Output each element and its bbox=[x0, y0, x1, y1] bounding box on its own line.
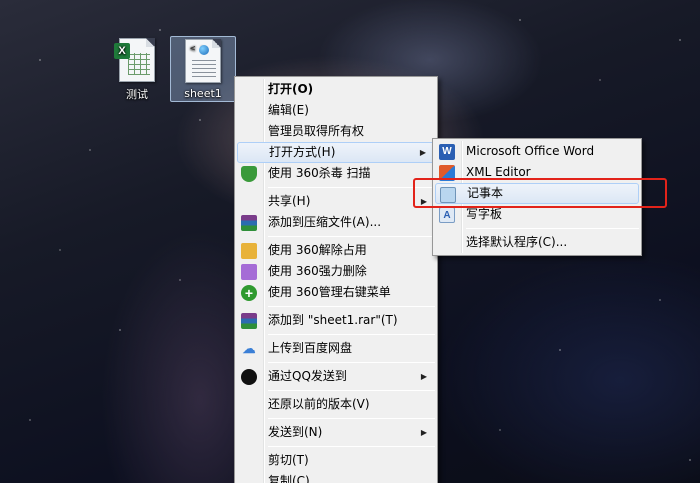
cloud-icon: ☁ bbox=[242, 341, 256, 356]
menu-item-copy[interactable]: 复制(C) bbox=[237, 471, 435, 483]
wordpad-icon: A bbox=[439, 207, 455, 223]
folder-unlock-icon bbox=[241, 243, 257, 259]
menu-separator bbox=[268, 306, 435, 307]
menu-separator bbox=[268, 334, 435, 335]
menu-separator bbox=[268, 362, 435, 363]
menu-separator bbox=[268, 446, 435, 447]
submenu-arrow-icon: ▶ bbox=[420, 197, 427, 206]
menu-item-add-to-rar[interactable]: 添加到 "sheet1.rar"(T) bbox=[237, 310, 435, 331]
notepad-icon bbox=[440, 187, 456, 203]
menu-item-360-force-delete[interactable]: 使用 360强力删除 bbox=[237, 261, 435, 282]
menu-item-add-to-archive[interactable]: 添加到压缩文件(A)... bbox=[237, 212, 435, 233]
menu-separator bbox=[268, 187, 435, 188]
archive-icon bbox=[241, 215, 257, 231]
menu-item-360-unlock[interactable]: 使用 360解除占用 bbox=[237, 240, 435, 261]
open-with-submenu: W Microsoft Office Word XML Editor 记事本 A… bbox=[432, 138, 642, 256]
submenu-item-notepad[interactable]: 记事本 bbox=[435, 183, 639, 204]
menu-item-take-ownership[interactable]: 管理员取得所有权 bbox=[237, 121, 435, 142]
plus-icon: + bbox=[241, 285, 257, 301]
submenu-arrow-icon: ▶ bbox=[420, 428, 427, 437]
menu-item-qq-send[interactable]: 通过QQ发送到 ▶ bbox=[237, 366, 435, 387]
archive-icon bbox=[241, 313, 257, 329]
word-icon: W bbox=[439, 144, 455, 160]
desktop-icon-label: sheet1 bbox=[184, 87, 222, 100]
menu-separator bbox=[466, 228, 639, 229]
menu-item-360-manage-menu[interactable]: + 使用 360管理右键菜单 bbox=[237, 282, 435, 303]
shred-icon bbox=[241, 264, 257, 280]
desktop-icon-test[interactable]: X 测试 bbox=[104, 38, 170, 102]
menu-item-restore-versions[interactable]: 还原以前的版本(V) bbox=[237, 394, 435, 415]
menu-item-cut[interactable]: 剪切(T) bbox=[237, 450, 435, 471]
menu-item-open-with[interactable]: 打开方式(H) ▶ bbox=[237, 142, 435, 163]
spreadsheet-file-icon: X bbox=[114, 38, 155, 82]
submenu-item-wordpad[interactable]: A 写字板 bbox=[435, 204, 639, 225]
desktop-icon-sheet1[interactable]: < > sheet1 bbox=[170, 36, 236, 102]
submenu-arrow-icon: ▶ bbox=[420, 372, 427, 381]
submenu-arrow-icon: ▶ bbox=[419, 148, 426, 157]
menu-item-share[interactable]: 共享(H) ▶ bbox=[237, 191, 435, 212]
context-menu: 打开(O) 编辑(E) 管理员取得所有权 打开方式(H) ▶ 使用 360杀毒 … bbox=[234, 76, 438, 483]
menu-item-baidu-upload[interactable]: ☁ 上传到百度网盘 bbox=[237, 338, 435, 359]
desktop-icon-label: 测试 bbox=[126, 88, 148, 101]
submenu-item-xml-editor[interactable]: XML Editor bbox=[435, 162, 639, 183]
menu-separator bbox=[268, 418, 435, 419]
shield-icon bbox=[241, 166, 257, 182]
menu-separator bbox=[268, 236, 435, 237]
xml-file-icon: < > bbox=[185, 39, 221, 83]
menu-item-edit[interactable]: 编辑(E) bbox=[237, 100, 435, 121]
submenu-item-choose-default[interactable]: 选择默认程序(C)... bbox=[435, 232, 639, 253]
menu-item-360-scan[interactable]: 使用 360杀毒 扫描 bbox=[237, 163, 435, 184]
xml-editor-icon bbox=[439, 165, 455, 181]
excel-badge-icon: X bbox=[114, 43, 130, 59]
qq-penguin-icon bbox=[241, 369, 257, 385]
menu-item-open[interactable]: 打开(O) bbox=[237, 79, 435, 100]
menu-item-send-to[interactable]: 发送到(N) ▶ bbox=[237, 422, 435, 443]
submenu-item-word[interactable]: W Microsoft Office Word bbox=[435, 141, 639, 162]
menu-separator bbox=[268, 390, 435, 391]
